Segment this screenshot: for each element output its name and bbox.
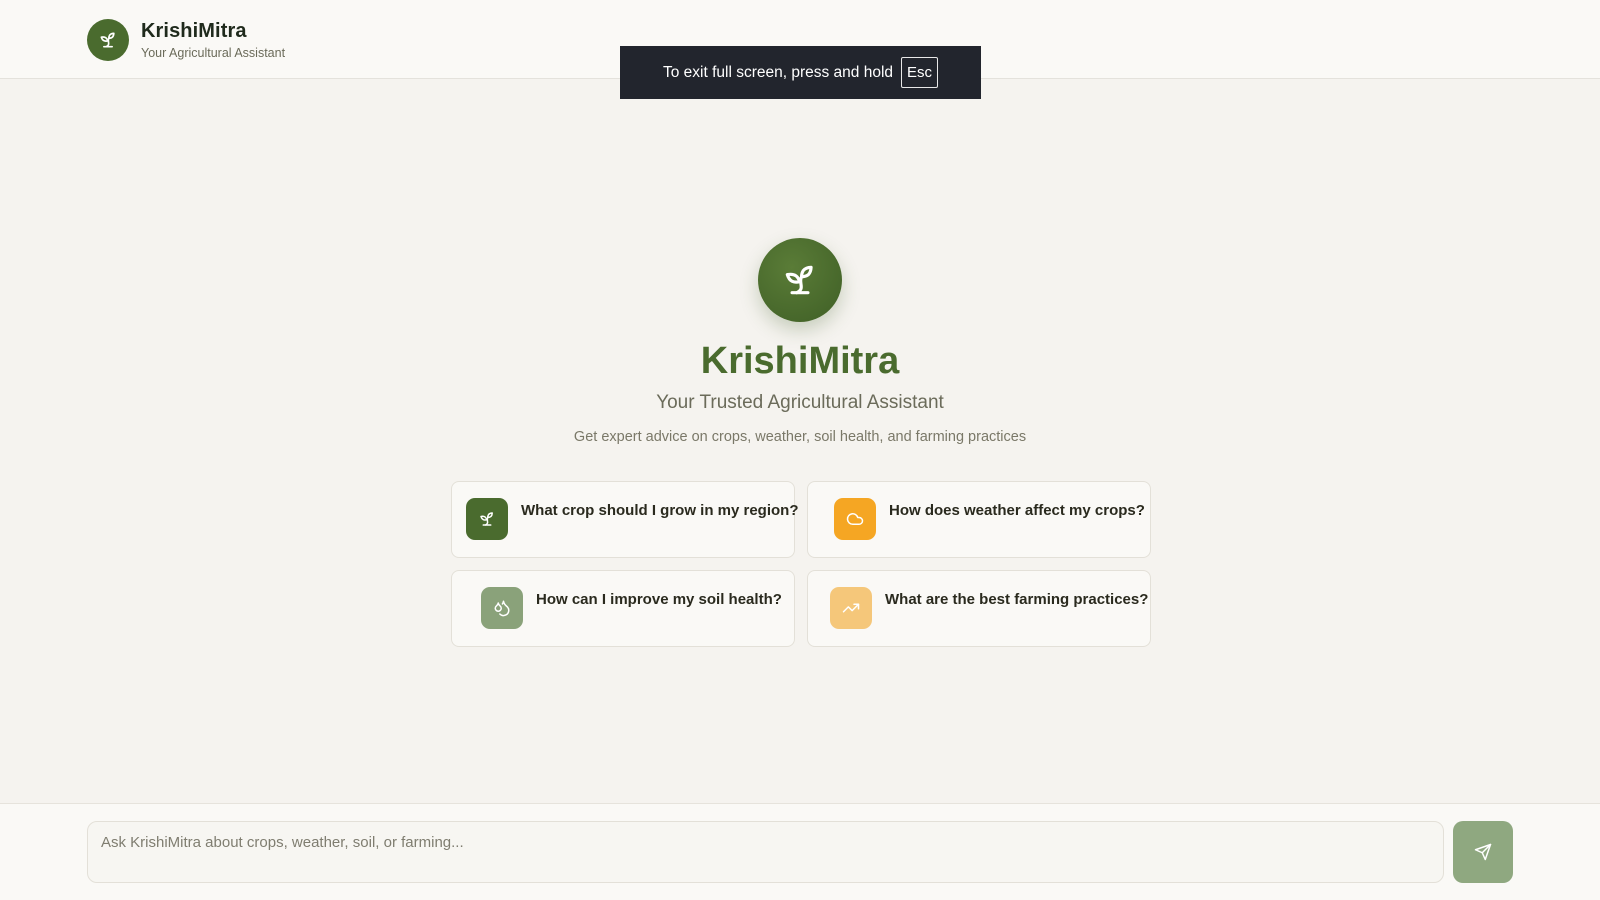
sprout-icon	[758, 238, 842, 322]
suggestion-card-weather[interactable]: How does weather affect my crops?	[807, 481, 1151, 558]
suggestion-card-practices[interactable]: What are the best farming practices?	[807, 570, 1151, 647]
suggestion-label: What are the best farming practices?	[885, 591, 1149, 608]
suggestion-label: What crop should I grow in my region?	[521, 502, 799, 519]
suggestion-label: How does weather affect my crops?	[889, 502, 1145, 519]
fullscreen-notice-text: To exit full screen, press and hold	[662, 63, 894, 81]
esc-key-badge: Esc	[901, 57, 939, 88]
hero-subtitle: Your Trusted Agricultural Assistant	[656, 392, 944, 413]
trending-up-icon	[830, 587, 872, 629]
cloud-icon	[834, 498, 876, 540]
hero-description: Get expert advice on crops, weather, soi…	[573, 429, 1027, 445]
brand-subtitle: Your Agricultural Assistant	[141, 45, 286, 60]
sprout-icon	[466, 498, 508, 540]
brand-name: KrishiMitra	[141, 19, 247, 42]
message-input-container	[87, 821, 1444, 883]
brand-text: KrishiMitra Your Agricultural Assistant	[141, 21, 285, 60]
suggestion-label: How can I improve my soil health?	[536, 591, 782, 608]
send-button[interactable]	[1453, 821, 1513, 883]
message-input[interactable]	[88, 822, 1443, 882]
droplets-icon	[481, 587, 523, 629]
suggestion-card-soil[interactable]: How can I improve my soil health?	[451, 570, 795, 647]
app-root: KrishiMitra Your Agricultural Assistant …	[0, 0, 1600, 900]
fullscreen-exit-notice: To exit full screen, press and hold Esc	[620, 46, 981, 99]
composer-bar	[0, 803, 1600, 900]
sprout-icon	[87, 19, 129, 61]
send-icon	[1474, 843, 1492, 861]
suggestion-card-crop[interactable]: What crop should I grow in my region?	[451, 481, 799, 558]
brand[interactable]: KrishiMitra Your Agricultural Assistant	[87, 19, 285, 61]
hero-title: KrishiMitra	[700, 340, 900, 382]
